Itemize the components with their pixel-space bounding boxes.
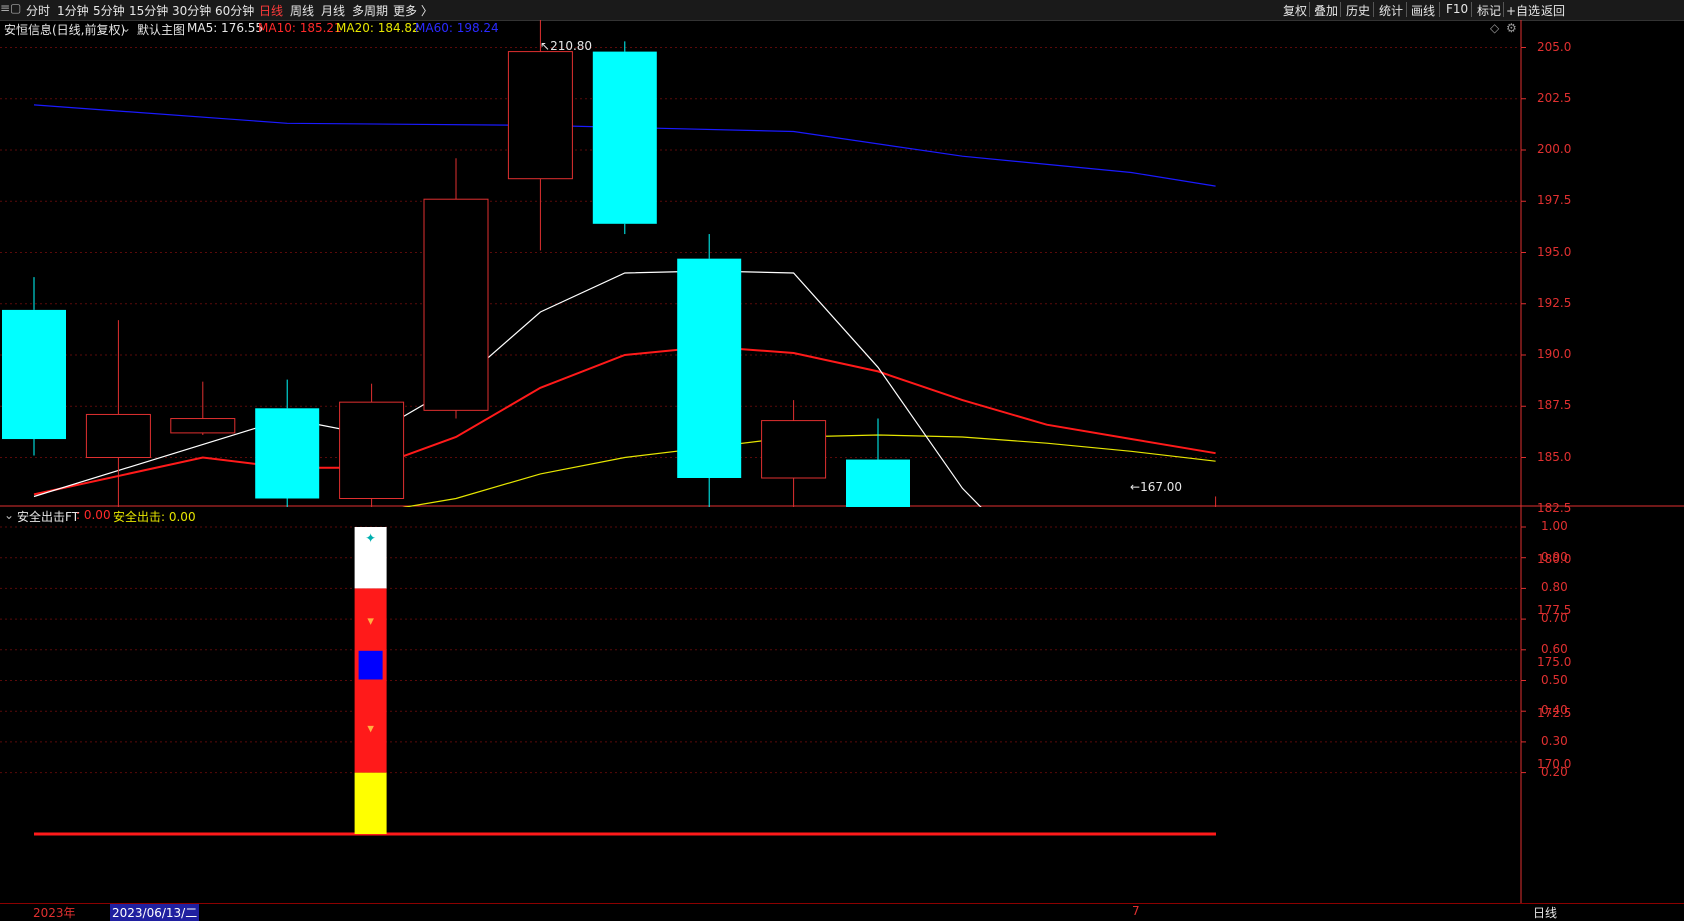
price-tick-label: 200.0: [1537, 142, 1572, 156]
top-toolbar: ≡▢ 分时 1分钟 5分钟 15分钟 30分钟 60分钟 日线 周线 月线 多周…: [0, 0, 1684, 21]
indicator-blue-box: [358, 650, 383, 680]
year-label: 2023年: [33, 906, 76, 920]
price-tick-label: 202.5: [1537, 90, 1572, 105]
adjust-button[interactable]: 复权: [1283, 2, 1307, 19]
candle-body: [761, 420, 827, 479]
indicator-bar-segment: [354, 772, 387, 834]
period-tab-daily[interactable]: 日线: [259, 2, 283, 19]
period-tab-1min[interactable]: 1分钟: [57, 2, 89, 19]
low-annotation-value: 167.00: [1140, 480, 1183, 494]
indicator-tick-label: 0.80: [1541, 580, 1568, 595]
menu-icon[interactable]: ≡▢: [0, 1, 21, 15]
ma5-line: [33, 270, 982, 507]
price-tick-label: 195.0: [1537, 244, 1572, 259]
toolbar-divider: [1471, 2, 1472, 17]
draw-button[interactable]: 画线: [1411, 2, 1435, 19]
period-tab-30min[interactable]: 30分钟: [172, 2, 211, 19]
candle-body: [85, 413, 151, 459]
period-label: 日线: [1533, 906, 1558, 920]
mark-button[interactable]: 标记: [1477, 2, 1501, 19]
candle-body: [170, 418, 236, 434]
price-tick-label: 185.0: [1537, 449, 1572, 464]
toolbar-divider: [1439, 2, 1440, 17]
candle-body: [423, 198, 489, 411]
period-tab-15min[interactable]: 15分钟: [129, 2, 168, 19]
indicator-tick-label: 0.70: [1541, 611, 1568, 626]
stats-button[interactable]: 统计: [1379, 2, 1403, 19]
period-tab-monthly[interactable]: 月线: [321, 2, 345, 19]
price-tick-label: 207.5: [1537, 0, 1571, 2]
period-tab-5min[interactable]: 5分钟: [93, 2, 125, 19]
back-button[interactable]: 返回: [1541, 2, 1565, 19]
high-annotation: ↖210.80: [540, 39, 593, 53]
period-tab-weekly[interactable]: 周线: [290, 2, 314, 19]
period-tab-60min[interactable]: 60分钟: [215, 2, 254, 19]
month-mark: 7: [1132, 904, 1140, 918]
candle-body: [846, 459, 910, 507]
signal-icon: ▾: [367, 614, 374, 629]
price-tick-label: 190.0: [1537, 347, 1572, 361]
date-bar: 2023年 2023/06/13/二 7 日线: [0, 903, 1684, 921]
period-tab-more[interactable]: 更多 〉: [393, 2, 433, 19]
price-tick-label: 205.0: [1537, 39, 1572, 54]
candlestick-chart[interactable]: [0, 20, 1684, 507]
period-tab-multi[interactable]: 多周期: [352, 2, 388, 19]
indicator-tick-label: 1.00: [1541, 519, 1568, 533]
signal-icon: ▾: [367, 722, 374, 737]
overlay-button[interactable]: 叠加: [1314, 2, 1338, 19]
low-annotation: ←167.00: [1130, 480, 1183, 494]
toolbar-divider: [1309, 2, 1310, 17]
history-button[interactable]: 历史: [1346, 2, 1370, 19]
candle-body: [2, 309, 66, 440]
indicator-chart[interactable]: ✦ ▾ ▾: [0, 507, 1684, 903]
candle-body: [592, 51, 657, 224]
add-watchlist-button[interactable]: +自选: [1506, 2, 1540, 19]
candle-body: [255, 408, 320, 499]
indicator-tick-label: 0.40: [1541, 703, 1568, 718]
indicator-tick-label: 0.30: [1541, 733, 1568, 748]
price-tick-label: 192.5: [1537, 295, 1572, 310]
ma20-line: [402, 434, 1216, 507]
f10-button[interactable]: F10: [1446, 2, 1468, 16]
price-tick-label: 187.5: [1537, 398, 1572, 413]
butterfly-icon: ✦: [365, 531, 376, 546]
toolbar-divider: [1503, 2, 1504, 17]
indicator-tick-label: 0.50: [1541, 672, 1568, 687]
indicator-tick-label: 0.90: [1541, 549, 1568, 564]
toolbar-divider: [1406, 2, 1407, 17]
candle-body: [677, 258, 742, 478]
candle-body: [507, 51, 573, 180]
high-annotation-value: 210.80: [550, 39, 593, 53]
toolbar-divider: [1373, 2, 1374, 17]
cursor-date: 2023/06/13/二: [110, 904, 200, 921]
period-tab-fenshi[interactable]: 分时: [26, 2, 50, 19]
candle-body: [339, 401, 405, 499]
toolbar-divider: [1340, 2, 1341, 17]
price-tick-label: 197.5: [1537, 193, 1572, 208]
indicator-tick-label: 0.60: [1541, 641, 1568, 656]
indicator-tick-label: 0.20: [1541, 764, 1568, 779]
